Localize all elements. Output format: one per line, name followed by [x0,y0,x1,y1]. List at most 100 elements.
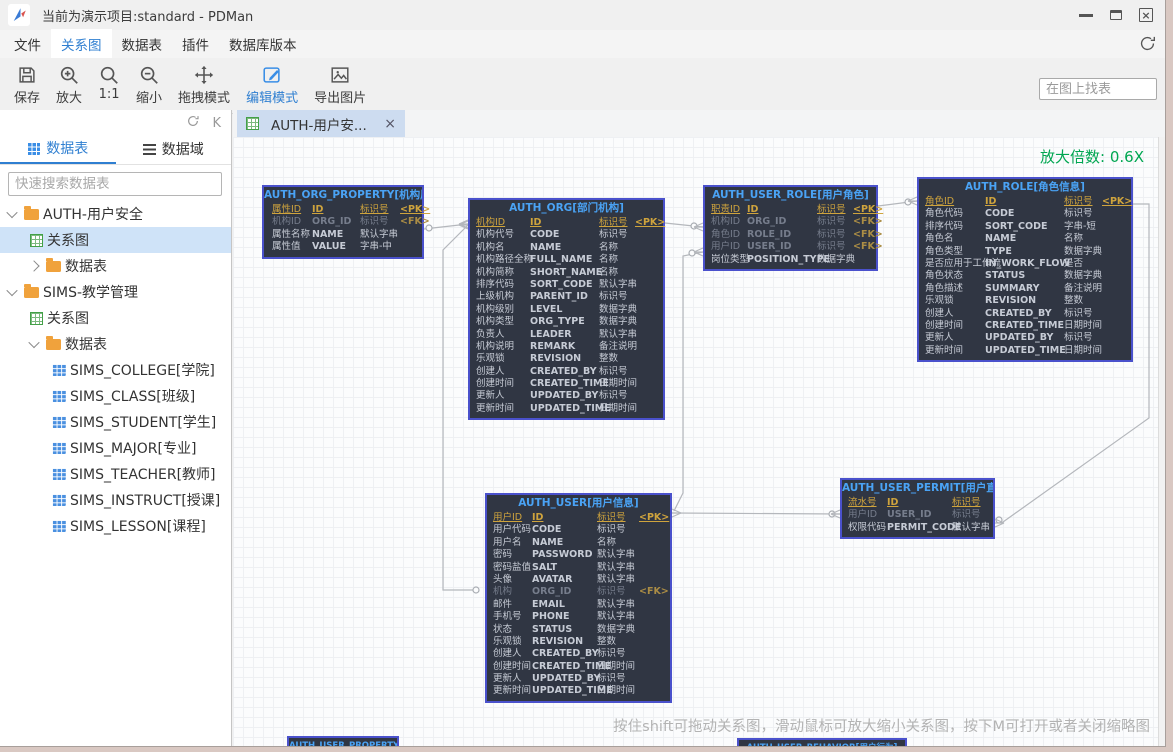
field-cell: 标识号 [599,366,628,379]
find-table-input[interactable] [1039,78,1157,100]
field-cell: ROLE_ID [747,229,791,242]
table-field-row: 角色描述SUMMARY备注说明 [919,283,1131,295]
field-cell: EMAIL [532,599,565,612]
tree-table-sims-teacher[interactable]: SIMS_TEACHER[教师] [0,461,231,487]
menu-item-plugin[interactable]: 插件 [172,29,219,59]
field-cell: 上级机构 [476,291,514,304]
toolbar: 保存放大1:1缩小拖拽模式编辑模式导出图片 [0,58,1165,114]
field-cell: NAME [312,229,343,242]
chevron-down-icon[interactable] [6,285,17,296]
sidebar-search-input[interactable] [8,172,222,196]
field-cell: 角色类型 [925,246,963,259]
zoom-out-button[interactable]: 缩小 [128,61,170,107]
field-cell: UPDATED_BY [530,390,598,403]
table-header: AUTH_ORG_PROPERTY[机构属性] [264,187,422,204]
folder-icon [46,261,61,272]
diagram-table-auth-user-behavior[interactable]: AUTH_USER_BEHAVIOR[用户行为] [737,738,907,746]
tree-auth-diagram[interactable]: 关系图 [0,227,231,253]
tree-auth-module[interactable]: AUTH-用户安全 [0,201,231,227]
maximize-button[interactable] [1110,10,1122,20]
export-image-icon [329,62,351,87]
tree-table-sims-major[interactable]: SIMS_MAJOR[专业] [0,435,231,461]
field-cell: 机构说明 [476,341,514,354]
canvas-tab-label: AUTH-用户安... [271,114,367,134]
field-cell: 更新人 [925,332,954,345]
field-cell: CODE [530,229,559,242]
table-field-row: 排序代码SORT_CODE字串-短 [919,221,1131,233]
tree-table-sims-lesson[interactable]: SIMS_LESSON[课程] [0,513,231,539]
diagram-table-auth-user-permit[interactable]: AUTH_USER_PERMIT[用户直接权限]流水号ID标识号用户IDUSER… [840,478,995,539]
tree-sims-diagram[interactable]: 关系图 [0,305,231,331]
diagram-table-auth-user-role[interactable]: AUTH_USER_ROLE[用户角色]职责IDID标识号<PK>机构IDORG… [703,185,878,271]
table-icon [52,520,66,532]
sync-arrow-icon[interactable] [1138,34,1157,57]
table-field-row: 更新时间UPDATED_TIME日期时间 [919,345,1131,357]
tree-auth-tables[interactable]: 数据表 [0,253,231,279]
menu-item-db-version[interactable]: 数据库版本 [219,29,307,59]
relation-line [672,509,840,518]
field-cell: 标识号 [597,524,626,537]
drag-mode-button[interactable]: 拖拽模式 [170,61,238,107]
table-header: AUTH_USER_BEHAVIOR[用户行为] [739,740,905,746]
canvas-vertical-scrollbar[interactable] [1158,137,1165,746]
close-button[interactable]: × [1139,8,1153,22]
tree-table-sims-class[interactable]: SIMS_CLASS[班级] [0,383,231,409]
field-cell: PHONE [532,611,569,624]
tab-datadomains[interactable]: 数据域 [116,134,232,164]
table-field-row: 角色IDID标识号<PK> [919,196,1131,208]
menu-item-datatable[interactable]: 数据表 [112,29,173,59]
diagram-table-auth-user-property[interactable]: AUTH_USER_PROPERTY[用户属性] [287,736,399,746]
table-field-row: 用户名NAME名称 [487,537,670,549]
field-cell: 标识号 [1064,308,1093,321]
relation-line [878,197,917,206]
field-cell: REMARK [530,341,575,354]
field-cell: 机构ID [272,216,301,229]
table-field-row: 机构级别LEVEL数据字典 [470,304,663,316]
field-cell: 标识号 [599,291,628,304]
diagram-table-auth-org[interactable]: AUTH_ORG[部门机构]机构IDID标识号<PK>机构代号CODE标识号机构… [468,198,665,420]
tree-sims-module[interactable]: SIMS-教学管理 [0,279,231,305]
zoom-reset-button[interactable]: 1:1 [90,61,128,107]
tab-datatables[interactable]: 数据表 [0,134,116,164]
diagram-table-auth-role[interactable]: AUTH_ROLE[角色信息]角色IDID标识号<PK>角色代码CODE标识号排… [917,177,1133,362]
chevron-right-icon[interactable] [28,260,39,271]
chevron-down-icon[interactable] [6,207,17,218]
field-cell: 邮件 [493,599,512,612]
table-field-row: 机构类型ORG_TYPE数据字典 [470,316,663,328]
field-cell: 标识号 [360,204,389,217]
tree-table-sims-college[interactable]: SIMS_COLLEGE[学院] [0,357,231,383]
table-header: AUTH_USER_ROLE[用户角色] [705,187,876,204]
diagram-table-auth-org-property[interactable]: AUTH_ORG_PROPERTY[机构属性]属性IDID标识号<PK>机构ID… [262,185,424,259]
sidebar-tab-label: 数据域 [162,139,204,159]
field-cell: <PK> [635,217,665,230]
field-cell: 名称 [599,254,618,267]
field-cell: ID [312,204,323,217]
minimize-button[interactable] [1079,14,1093,17]
chevron-down-icon[interactable] [28,337,39,348]
tree-sims-tables[interactable]: 数据表 [0,331,231,357]
edit-mode-button[interactable]: 编辑模式 [238,61,306,107]
field-cell: 名称 [1064,233,1083,246]
tree-item-label: 关系图 [47,230,89,250]
tree-table-sims-instruct[interactable]: SIMS_INSTRUCT[授课] [0,487,231,513]
table-icon [52,416,66,428]
tab-close-icon[interactable]: × [384,117,396,131]
zoom-in-button[interactable]: 放大 [48,61,90,107]
save-button[interactable]: 保存 [6,61,48,107]
field-cell: 标识号 [597,673,626,686]
tree-table-sims-student[interactable]: SIMS_STUDENT[学生] [0,409,231,435]
field-cell: 角色描述 [925,283,963,296]
menu-item-diagram[interactable]: 关系图 [51,29,112,59]
k-shortcut-icon[interactable]: K [212,116,221,131]
canvas-tab-auth[interactable]: AUTH-用户安... × [237,110,405,137]
menu-item-file[interactable]: 文件 [4,29,51,59]
field-cell: 字串-中 [360,241,392,254]
table-field-row: 机构名NAME名称 [470,242,663,254]
field-cell: 角色ID [925,196,954,209]
refresh-icon[interactable] [186,114,200,132]
diagram-canvas[interactable]: 放大倍数: 0.6X 按住shift可拖动关系图，滑动鼠标可放大缩小关系图，按下… [233,137,1158,746]
export-image-button[interactable]: 导出图片 [306,61,374,107]
diagram-table-auth-user[interactable]: AUTH_USER[用户信息]用户IDID标识号<PK>用户代码CODE标识号用… [485,493,672,703]
canvas-column: AUTH-用户安... × 放大倍数: 0.6X 按住shift可拖动关系图，滑… [233,110,1165,746]
field-cell: 创建时间 [476,378,514,391]
